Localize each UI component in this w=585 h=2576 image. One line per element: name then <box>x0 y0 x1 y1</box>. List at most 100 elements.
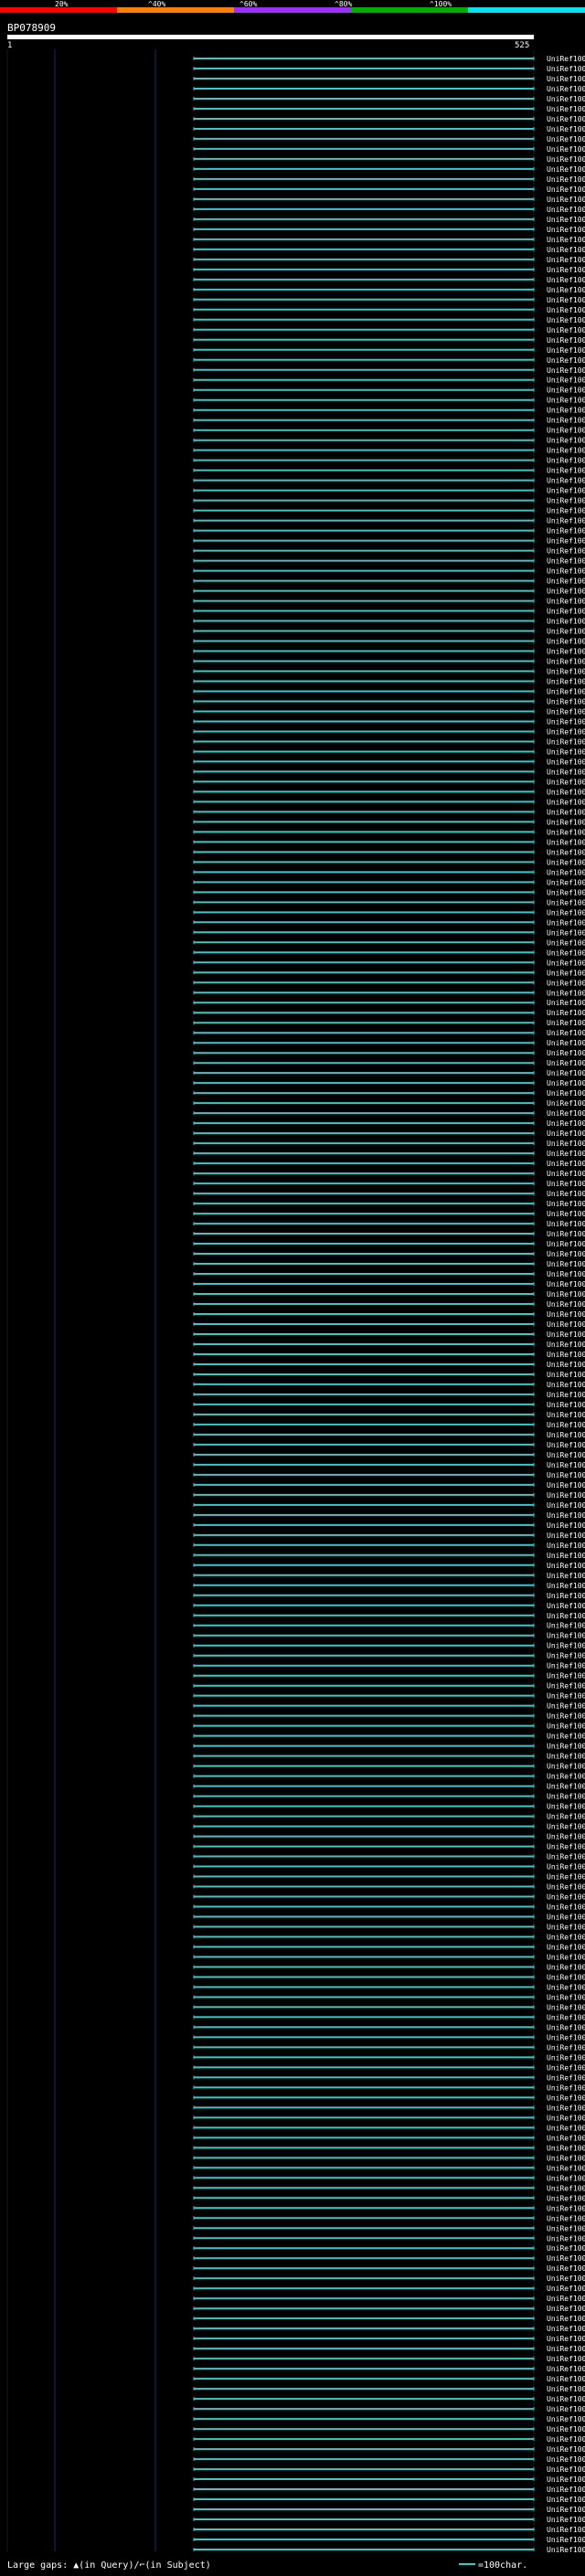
hit-label[interactable]: UniRef100_C5IWS6 <box>547 1572 585 1580</box>
hit-label[interactable]: UniRef100_B4XF28 <box>547 1963 585 1971</box>
hit-label[interactable]: UniRef100_Q23884 <box>547 75 585 83</box>
hit-label[interactable]: UniRef100_Q23883 <box>547 85 585 93</box>
hit-label[interactable]: UniRef100_P08894 <box>547 1702 585 1711</box>
hit-label[interactable]: UniRef100_Q5FRU4 <box>547 1803 585 1811</box>
hit-label[interactable]: UniRef100_P51078 <box>547 65 585 73</box>
hit-label[interactable]: UniRef100_Q06Y09 <box>547 2355 585 2363</box>
hit-label[interactable]: UniRef100_Q8B0P5 <box>547 2214 585 2222</box>
hit-label[interactable]: UniRef100_Q9LTV1 <box>547 608 585 616</box>
hit-label[interactable]: UniRef100_Q1D1M5 <box>547 376 585 385</box>
hit-label[interactable]: UniRef100_Q9SEN5 <box>547 1743 585 1751</box>
hit-label[interactable]: UniRef100_Q460Q3 <box>547 1863 585 1871</box>
hit-label[interactable]: UniRef100_A5AXS5 <box>547 2124 585 2132</box>
hit-label[interactable]: UniRef100_Q9MB39 <box>547 1361 585 1369</box>
hit-label[interactable]: UniRef100_Q9FEW4 <box>547 175 585 184</box>
hit-label[interactable]: UniRef100_Q4MJ52 <box>547 387 585 395</box>
hit-label[interactable]: UniRef100_Q7Y1X9 <box>547 828 585 836</box>
hit-label[interactable]: UniRef100_Q9FR73 <box>547 1290 585 1299</box>
hit-label[interactable]: UniRef100_P48387 <box>547 1220 585 1228</box>
hit-label[interactable]: UniRef100_P53946 <box>547 135 585 143</box>
hit-label[interactable]: UniRef100_Q9MB36 <box>547 1612 585 1620</box>
hit-label[interactable]: UniRef100_Q22536 <box>547 155 585 164</box>
hit-label[interactable]: UniRef100_Q7ZF46 <box>547 1582 585 1590</box>
hit-label[interactable]: UniRef100_B2KK56 <box>547 186 585 194</box>
hit-label[interactable]: UniRef100_P13417 <box>547 1532 585 1540</box>
hit-label[interactable]: UniRef100_Q8LTL2 <box>547 2083 585 2092</box>
hit-label[interactable]: UniRef100_Q9SEN3 <box>547 2284 585 2293</box>
hit-label[interactable]: UniRef100_Q9SLT3 <box>547 296 585 304</box>
hit-label[interactable]: UniRef100_Q4HE11 <box>547 2486 585 2494</box>
hit-label[interactable]: UniRef100_Q9LTN6 <box>547 838 585 846</box>
hit-label[interactable]: UniRef100_A0AMG9 <box>547 638 585 646</box>
hit-label[interactable]: UniRef100_Q9MB40 <box>547 1712 585 1721</box>
hit-label[interactable]: UniRef100_B9RGV6 <box>547 1240 585 1248</box>
hit-label[interactable]: UniRef100_Q1D1M3 <box>547 747 585 756</box>
hit-label[interactable]: UniRef100_Q9MB38 <box>547 1351 585 1359</box>
hit-label[interactable]: UniRef100_Q460R3 <box>547 1853 585 1861</box>
hit-label[interactable]: UniRef100_Q460P7 <box>547 2506 585 2514</box>
hit-label[interactable]: UniRef100_P48385 <box>547 2425 585 2433</box>
hit-label[interactable]: UniRef100_B0LDU8 <box>547 1431 585 1439</box>
hit-label[interactable]: UniRef100_B1N7K3 <box>547 1160 585 1168</box>
hit-label[interactable]: UniRef100_P9HK89 <box>547 778 585 786</box>
hit-label[interactable]: UniRef100_Q8WVA8 <box>547 878 585 886</box>
hit-label[interactable]: UniRef100_P13114 <box>547 1973 585 1981</box>
hit-label[interactable]: UniRef100_P48308 <box>547 1129 585 1138</box>
hit-label[interactable]: UniRef100_Q5VYS6 <box>547 888 585 896</box>
hit-label[interactable]: UniRef100_Q1D1M4 <box>547 427 585 435</box>
hit-label[interactable]: UniRef100_Q460P8 <box>547 1893 585 1902</box>
hit-label[interactable]: UniRef100_Q01285 <box>547 226 585 234</box>
hit-label[interactable]: UniRef100_Q01288 <box>547 417 585 425</box>
hit-label[interactable]: UniRef100_Q6PYC1 <box>547 1069 585 1077</box>
hit-label[interactable]: UniRef100_Q9FEY5 <box>547 808 585 816</box>
hit-label[interactable]: UniRef100_Q8R69C <box>547 938 585 947</box>
hit-label[interactable]: UniRef100_Q9FR66 <box>547 1270 585 1278</box>
hit-label[interactable]: UniRef100_Q84V67 <box>547 286 585 294</box>
hit-label[interactable]: UniRef100_B1N7K9 <box>547 1170 585 1178</box>
hit-label[interactable]: UniRef100_Q8W3P6 <box>547 557 585 566</box>
hit-label[interactable]: UniRef100_P23419 <box>547 959 585 967</box>
hit-label[interactable]: UniRef100_Q94KJ4 <box>547 1763 585 1771</box>
hit-label[interactable]: UniRef100_Q8LTL4 <box>547 1411 585 1419</box>
hit-label[interactable]: UniRef100_Q22047 <box>547 1682 585 1691</box>
hit-label[interactable]: UniRef100_P30073 <box>547 356 585 365</box>
hit-label[interactable]: UniRef100_Q4F1Q7 <box>547 477 585 485</box>
hit-label[interactable]: UniRef100_Q1D1M5 <box>547 447 585 455</box>
hit-label[interactable]: UniRef100_Q9MB32 <box>547 2063 585 2072</box>
hit-label[interactable]: UniRef100_Q8RWA6 <box>547 928 585 937</box>
hit-label[interactable]: UniRef100_P30080 <box>547 737 585 746</box>
hit-label[interactable]: UniRef100_Q01286 <box>547 336 585 345</box>
hit-label[interactable]: UniRef100_Q9H3S1 <box>547 2455 585 2464</box>
hit-label[interactable]: UniRef100_C5NDK7 <box>547 2385 585 2393</box>
hit-label[interactable]: UniRef100_Q9FR78 <box>547 2315 585 2323</box>
hit-label[interactable]: UniRef100_Q9MB41 <box>547 1381 585 1389</box>
hit-label[interactable]: UniRef100_Q8W123 <box>547 717 585 726</box>
hit-label[interactable]: UniRef100_Q8FP30 <box>547 1099 585 1108</box>
hit-label[interactable]: UniRef100_Q84V08 <box>547 2475 585 2484</box>
hit-label[interactable]: UniRef100_B1N7J8 <box>547 1190 585 1198</box>
hit-label[interactable]: UniRef100_Q9SEN2 <box>547 2295 585 2303</box>
hit-label[interactable]: UniRef100_P75044 <box>547 2325 585 2333</box>
hit-label[interactable]: UniRef100_Q460N9 <box>547 1953 585 1961</box>
hit-label[interactable]: UniRef100_Q43188 <box>547 1210 585 1218</box>
hit-label[interactable]: UniRef100_Q9SEN6 <box>547 2174 585 2182</box>
hit-label[interactable]: UniRef100_Q460P1 <box>547 1933 585 1941</box>
hit-label[interactable]: UniRef100_Q81444 <box>547 1280 585 1288</box>
hit-label[interactable]: UniRef100_Q9SFE3 <box>547 1089 585 1097</box>
hit-label[interactable]: UniRef100_Q92R80 <box>547 707 585 716</box>
hit-label[interactable]: UniRef100_P51083 <box>547 246 585 254</box>
hit-label[interactable]: UniRef100_Q0EYW3 <box>547 2234 585 2242</box>
hit-label[interactable]: UniRef100_Q9FR77 <box>547 1401 585 1409</box>
hit-label[interactable]: UniRef100_P51079 <box>547 306 585 314</box>
hit-label[interactable]: UniRef100_B6S399 <box>547 196 585 204</box>
hit-label[interactable]: UniRef100_Q45NN7 <box>547 1421 585 1429</box>
hit-label[interactable]: UniRef100_P30075 <box>547 55 585 63</box>
hit-label[interactable]: UniRef100_C3HFX6 <box>547 2516 585 2524</box>
hit-label[interactable]: UniRef100_B6S396 <box>547 397 585 405</box>
hit-label[interactable]: UniRef100_Q2TZ06 <box>547 898 585 906</box>
hit-label[interactable]: UniRef100_Q9FR76 <box>547 1310 585 1319</box>
hit-label[interactable]: UniRef100_B6S395 <box>547 517 585 525</box>
hit-label[interactable]: UniRef100_P13416 <box>547 1471 585 1479</box>
hit-label[interactable]: UniRef100_Q8H6B8 <box>547 1009 585 1017</box>
hit-label[interactable]: UniRef100_Q81477 <box>547 1562 585 1570</box>
